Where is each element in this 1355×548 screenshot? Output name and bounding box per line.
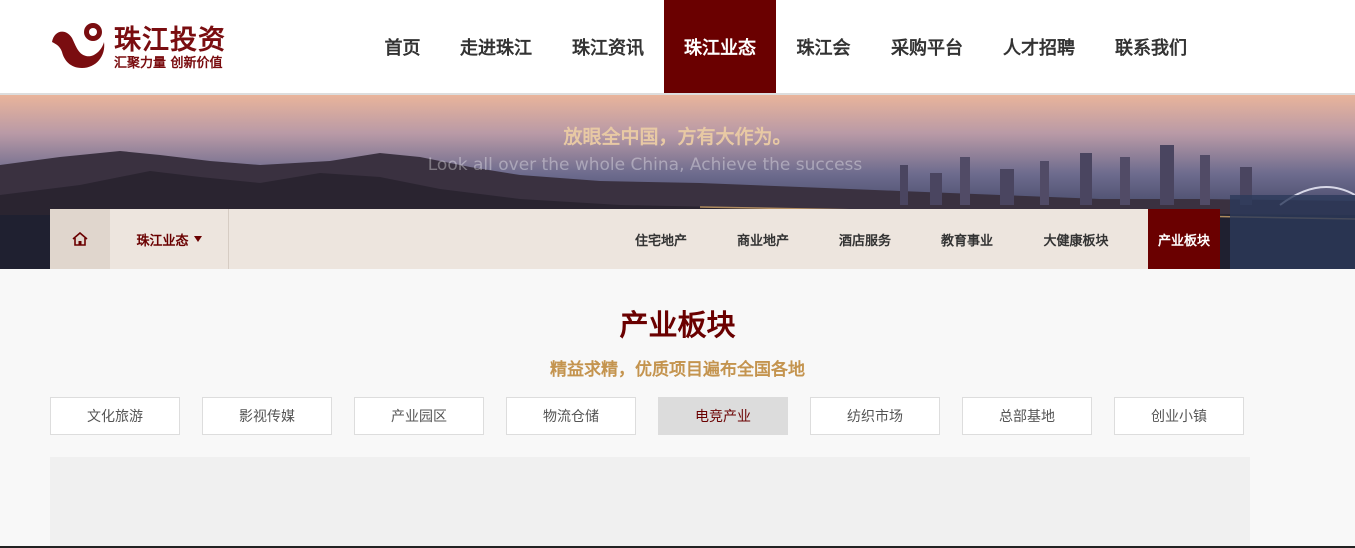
nav-item-careers[interactable]: 人才招聘 [983,0,1095,93]
caret-down-icon [193,236,202,242]
section-dropdown-label: 珠江业态 [136,233,189,249]
site-logo[interactable]: 珠江投资 汇聚力量 创新价值 [48,18,248,74]
nav-item-about[interactable]: 走进珠江 [440,0,552,93]
subnav-item-education[interactable]: 教育事业 [926,209,1008,269]
logo-slogan: 汇聚力量 创新价值 [114,56,223,71]
subnav-item-hotel[interactable]: 酒店服务 [824,209,906,269]
subnav-item-residential[interactable]: 住宅地产 [620,209,702,269]
banner-subtitle: Look all over the whole China, Achieve t… [427,155,863,175]
tab-industrial-park[interactable]: 产业园区 [354,397,484,435]
tab-film-media[interactable]: 影视传媒 [202,397,332,435]
section-dropdown[interactable]: 珠江业态 [110,209,229,269]
logo-mark-icon [52,23,105,68]
tab-esports[interactable]: 电竞产业 [658,397,788,435]
main-nav: 首页 走进珠江 珠江资讯 珠江业态 珠江会 采购平台 人才招聘 联系我们 [365,0,1207,93]
banner-title: 放眼全中国，方有大作为。 [563,126,792,148]
tab-startup-town[interactable]: 创业小镇 [1114,397,1244,435]
nav-item-news[interactable]: 珠江资讯 [552,0,664,93]
page-title: 产业板块 [619,308,736,342]
sub-nav: 珠江业态 住宅地产 商业地产 酒店服务 教育事业 大健康板块 产业板块 [50,209,1220,269]
subnav-item-industry[interactable]: 产业板块 [1148,209,1220,269]
nav-item-home[interactable]: 首页 [365,0,440,93]
nav-item-procurement[interactable]: 采购平台 [871,0,983,93]
home-icon [72,232,88,246]
tab-culture-tourism[interactable]: 文化旅游 [50,397,180,435]
tab-textile-market[interactable]: 纺织市场 [810,397,940,435]
page-subtitle: 精益求精，优质项目遍布全国各地 [550,360,805,380]
nav-item-club[interactable]: 珠江会 [776,0,871,93]
site-header: 珠江投资 汇聚力量 创新价值 首页 走进珠江 珠江资讯 珠江业态 珠江会 采购平… [0,0,1355,95]
tab-logistics[interactable]: 物流仓储 [506,397,636,435]
home-button[interactable] [50,209,110,269]
content-panel [50,457,1250,548]
subnav-item-commercial[interactable]: 商业地产 [722,209,804,269]
subnav-item-health[interactable]: 大健康板块 [1028,209,1124,269]
tab-headquarters[interactable]: 总部基地 [962,397,1092,435]
nav-item-contact[interactable]: 联系我们 [1095,0,1207,93]
nav-item-business[interactable]: 珠江业态 [664,0,776,93]
